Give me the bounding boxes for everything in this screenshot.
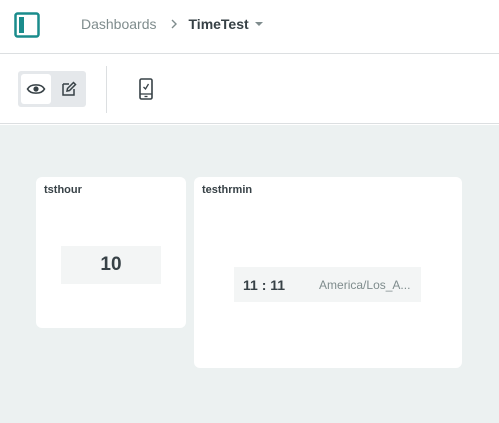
pencil-icon — [62, 81, 77, 96]
widget-tsthour[interactable]: tsthour 10 — [36, 177, 186, 328]
chevron-right-icon — [171, 19, 177, 29]
time-display: 11 : 11 America/Los_A... — [234, 267, 421, 302]
dashboard-toolbar — [0, 55, 499, 124]
dashboard-name: TimeTest — [188, 16, 249, 32]
mobile-device-icon — [139, 78, 153, 100]
value-display: 10 — [61, 246, 161, 284]
widget-title: tsthour — [44, 184, 82, 196]
breadcrumb-dashboards-link[interactable]: Dashboards — [81, 16, 157, 32]
caret-down-icon — [254, 22, 263, 26]
top-header: Dashboards TimeTest — [0, 0, 499, 54]
timezone-value: America/Los_A... — [319, 277, 411, 292]
time-value: 11 : 11 — [243, 276, 286, 293]
toolbar-divider — [106, 66, 107, 113]
view-mode-button[interactable] — [21, 74, 51, 104]
breadcrumb: Dashboards TimeTest — [81, 15, 263, 33]
widget-title: testhrmin — [202, 184, 253, 196]
mobile-preview-button[interactable] — [133, 76, 159, 102]
mode-toggle-group — [18, 71, 86, 107]
dashboard-name-dropdown[interactable]: TimeTest — [189, 16, 263, 32]
eye-icon — [26, 84, 46, 94]
edit-mode-button[interactable] — [54, 74, 84, 104]
widget-testhrmin[interactable]: testhrmin 11 : 11 America/Los_A... — [194, 177, 462, 368]
dashboard-canvas: tsthour 10 testhrmin 11 : 11 America/Los… — [0, 125, 499, 423]
sidebar-toggle-icon[interactable] — [14, 12, 40, 38]
